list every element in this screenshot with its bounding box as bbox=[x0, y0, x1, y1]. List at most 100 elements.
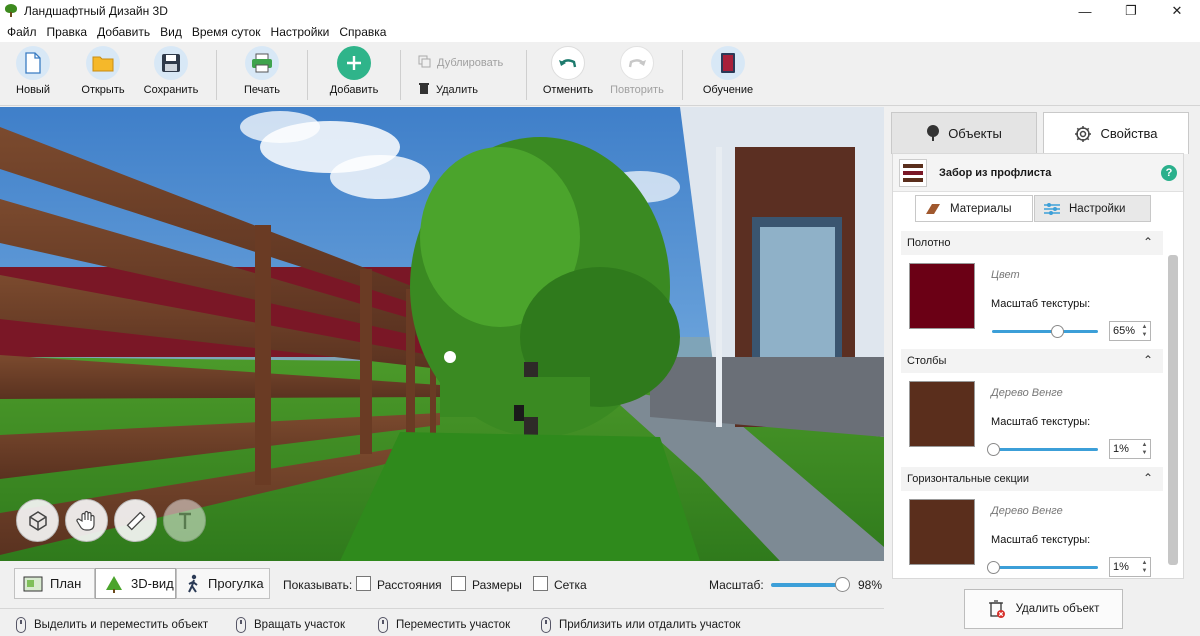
minimize-icon[interactable]: — bbox=[1062, 0, 1108, 22]
close-icon[interactable]: ✕ bbox=[1154, 0, 1200, 22]
open-label: Открыть bbox=[81, 84, 125, 96]
mouse-wheel-icon bbox=[541, 617, 551, 633]
menu-add[interactable]: Добавить bbox=[92, 25, 155, 39]
texture-scale-label: Масштаб текстуры: bbox=[991, 298, 1091, 310]
add-button[interactable]: Добавить bbox=[326, 46, 382, 96]
menu-edit[interactable]: Правка bbox=[42, 25, 93, 39]
hint-select-move-text: Выделить и переместить объект bbox=[34, 619, 209, 631]
delete-label: Удалить bbox=[436, 84, 478, 96]
texture-scale-label: Масштаб текстуры: bbox=[991, 416, 1091, 428]
texture-scale-input[interactable]: 1% ▲ ▼ bbox=[1109, 439, 1151, 459]
undo-button[interactable]: Отменить bbox=[541, 46, 595, 96]
slider-thumb[interactable] bbox=[1051, 325, 1064, 338]
rotate-view-button[interactable] bbox=[16, 499, 59, 542]
gear-icon bbox=[1075, 125, 1092, 142]
tree-icon bbox=[927, 125, 940, 141]
redo-icon bbox=[620, 46, 654, 80]
material-swatch[interactable] bbox=[909, 381, 975, 447]
floppy-disk-icon bbox=[154, 46, 188, 80]
delete-object-button[interactable]: Удалить объект bbox=[964, 589, 1123, 629]
distances-checkbox[interactable] bbox=[356, 576, 371, 591]
walk-view-button[interactable]: Прогулка bbox=[176, 568, 270, 599]
new-file-icon bbox=[16, 46, 50, 80]
section-canvas[interactable]: Полотно ⌃ bbox=[901, 231, 1163, 255]
menu-help[interactable]: Справка bbox=[334, 25, 391, 39]
spinner-icon[interactable]: ▲ ▼ bbox=[1140, 559, 1149, 575]
folder-icon bbox=[86, 46, 120, 80]
section-horizontal[interactable]: Горизонтальные секции ⌃ bbox=[901, 467, 1163, 491]
duplicate-icon bbox=[418, 55, 431, 71]
material-swatch[interactable] bbox=[909, 263, 975, 329]
mouse-middle-icon bbox=[378, 617, 388, 633]
material-swatch[interactable] bbox=[909, 499, 975, 565]
hand-icon bbox=[75, 510, 95, 531]
3d-viewport[interactable] bbox=[0, 107, 884, 561]
title-bar: Ландшафтный Дизайн 3D — ❐ ✕ bbox=[0, 0, 1200, 22]
delete-button[interactable]: Удалить bbox=[418, 82, 478, 98]
toolbar-separator bbox=[216, 50, 217, 100]
toolbar-separator bbox=[400, 50, 401, 100]
slider-thumb[interactable] bbox=[987, 443, 1000, 456]
sizes-checkbox[interactable] bbox=[451, 576, 466, 591]
tutorial-button[interactable]: Обучение bbox=[700, 46, 756, 96]
menu-time-of-day[interactable]: Время суток bbox=[187, 25, 266, 39]
open-button[interactable]: Открыть bbox=[78, 46, 128, 96]
menu-view[interactable]: Вид bbox=[155, 25, 187, 39]
subtab-settings[interactable]: Настройки bbox=[1034, 195, 1151, 222]
texture-scale-label: Масштаб текстуры: bbox=[991, 534, 1091, 546]
menu-file[interactable]: Файл bbox=[2, 25, 42, 39]
spinner-icon[interactable]: ▲ ▼ bbox=[1140, 323, 1149, 339]
duplicate-button[interactable]: Дублировать bbox=[418, 55, 503, 71]
print-button[interactable]: Печать bbox=[238, 46, 286, 96]
hint-zoom-text: Приблизить или отдалить участок bbox=[559, 619, 741, 631]
mouse-left-icon bbox=[16, 617, 26, 633]
texture-scale-slider[interactable] bbox=[987, 443, 1098, 456]
material-name: Цвет bbox=[991, 269, 1020, 281]
spinner-icon[interactable]: ▲ ▼ bbox=[1140, 441, 1149, 457]
material-name: Дерево Венге bbox=[991, 387, 1063, 399]
subtab-materials[interactable]: Материалы bbox=[915, 195, 1033, 222]
ruler-icon bbox=[126, 511, 145, 530]
grid-checkbox[interactable] bbox=[533, 576, 548, 591]
toolbar-separator bbox=[682, 50, 683, 100]
undo-label: Отменить bbox=[542, 84, 594, 96]
toolbar-separator bbox=[526, 50, 527, 100]
section-posts-title: Столбы bbox=[907, 355, 947, 367]
texture-scale-input[interactable]: 65% ▲ ▼ bbox=[1109, 321, 1151, 341]
plan-view-button[interactable]: План bbox=[14, 568, 95, 599]
window-title: Ландшафтный Дизайн 3D bbox=[24, 4, 168, 18]
3d-view-button[interactable]: 3D-вид bbox=[95, 568, 176, 599]
maximize-icon[interactable]: ❐ bbox=[1108, 0, 1154, 22]
redo-button[interactable]: Повторить bbox=[607, 46, 667, 96]
walking-person-icon bbox=[188, 574, 198, 593]
section-posts[interactable]: Столбы ⌃ bbox=[901, 349, 1163, 373]
texture-scale-input[interactable]: 1% ▲ ▼ bbox=[1109, 557, 1151, 577]
toolbar: Новый Открыть Сохранить Печать Добавить … bbox=[0, 42, 1200, 106]
new-button[interactable]: Новый bbox=[10, 46, 56, 96]
slider-thumb[interactable] bbox=[987, 561, 1000, 574]
help-icon[interactable]: ? bbox=[1161, 165, 1177, 181]
tab-properties[interactable]: Свойства bbox=[1043, 112, 1189, 154]
grid-label: Сетка bbox=[554, 578, 587, 592]
tab-objects[interactable]: Объекты bbox=[891, 112, 1037, 154]
text-icon bbox=[178, 512, 191, 529]
texture-scale-value: 65% bbox=[1113, 325, 1136, 337]
chevron-up-icon: ⌃ bbox=[1142, 235, 1153, 249]
measure-button[interactable] bbox=[114, 499, 157, 542]
texture-scale-slider[interactable] bbox=[987, 561, 1098, 574]
zoom-slider-thumb[interactable] bbox=[835, 577, 850, 592]
delete-trash-icon bbox=[988, 600, 1005, 618]
menu-settings[interactable]: Настройки bbox=[266, 25, 335, 39]
app-tree-icon bbox=[4, 4, 18, 18]
save-button[interactable]: Сохранить bbox=[142, 46, 200, 96]
object-header: Забор из профлиста ? bbox=[893, 154, 1183, 192]
trash-icon bbox=[418, 82, 430, 98]
hint-select-move: Выделить и переместить объект bbox=[16, 617, 208, 633]
panel-scrollbar[interactable] bbox=[1167, 215, 1179, 575]
text-tool-button[interactable] bbox=[163, 499, 206, 542]
new-label: Новый bbox=[16, 84, 50, 96]
texture-scale-slider[interactable] bbox=[992, 325, 1098, 338]
scrollbar-thumb[interactable] bbox=[1168, 255, 1178, 565]
side-panel: Объекты Свойства Забор из профлиста ? Ма… bbox=[887, 107, 1200, 636]
pan-view-button[interactable] bbox=[65, 499, 108, 542]
